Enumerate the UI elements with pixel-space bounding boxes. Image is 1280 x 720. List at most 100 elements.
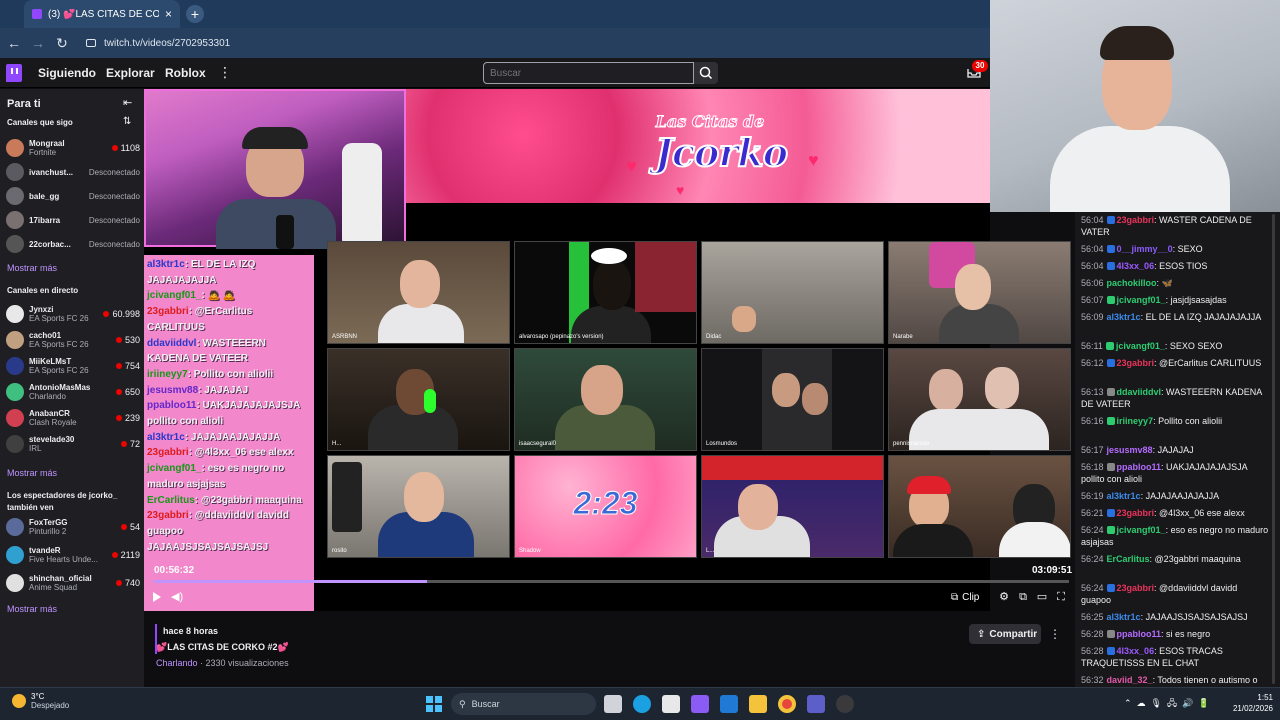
chat-username[interactable]: al3ktr1c xyxy=(1107,491,1141,501)
more-actions-icon[interactable]: ⋮ xyxy=(1049,627,1061,641)
nav-roblox[interactable]: Roblox xyxy=(165,64,206,82)
sidebar-channel-followed[interactable]: bale_gg Desconectado xyxy=(6,185,140,207)
sidebar-channel-also[interactable]: tvandeR Five Hearts Unde... 2119 xyxy=(6,544,140,566)
chat-timestamp[interactable]: 56:25 xyxy=(1081,612,1104,622)
chat-username[interactable]: al3ktr1c xyxy=(1107,312,1141,322)
show-more-followed[interactable]: Mostrar más xyxy=(7,263,57,273)
chat-timestamp[interactable]: 56:28 xyxy=(1081,629,1104,639)
chat-username[interactable]: 4l3xx_06 xyxy=(1117,261,1155,271)
popout-icon[interactable]: ⧉ xyxy=(1016,590,1030,604)
chat-timestamp[interactable]: 56:09 xyxy=(1081,312,1104,322)
sidebar-channel-live[interactable]: stevelade30 IRL 72 xyxy=(6,433,140,455)
twitch-logo-icon[interactable] xyxy=(6,64,22,82)
forward-icon[interactable]: → xyxy=(28,33,48,53)
fullscreen-icon[interactable]: ⛶ xyxy=(1054,590,1068,604)
sidebar-channel-live[interactable]: AnabanCR Clash Royale 239 xyxy=(6,407,140,429)
chat-username[interactable]: jcivangf01_ xyxy=(1117,525,1166,535)
chat-timestamp[interactable]: 56:13 xyxy=(1081,387,1104,397)
app-icon[interactable] xyxy=(836,695,854,713)
show-more-live[interactable]: Mostrar más xyxy=(7,468,57,478)
sidebar-channel-live[interactable]: MiiKeLMsT EA Sports FC 26 754 xyxy=(6,355,140,377)
chat-timestamp[interactable]: 56:24 xyxy=(1081,554,1104,564)
chat-timestamp[interactable]: 56:28 xyxy=(1081,646,1104,656)
share-button[interactable]: ⇪ Compartir xyxy=(969,624,1041,644)
url-field[interactable]: twitch.tv/videos/2702953301 xyxy=(80,33,980,53)
browser-tab[interactable]: (3) 💕LAS CITAS DE CORKO #2 × xyxy=(24,0,180,28)
visual-studio-icon[interactable] xyxy=(691,695,709,713)
chat-timestamp[interactable]: 56:11 xyxy=(1081,341,1103,351)
teams-icon[interactable] xyxy=(807,695,825,713)
new-tab-button[interactable]: + xyxy=(186,5,204,23)
taskbar-search[interactable]: ⚲ Buscar xyxy=(451,693,596,715)
clock[interactable]: 1:51 21/02/2026 xyxy=(1215,692,1273,714)
show-more-also[interactable]: Mostrar más xyxy=(7,604,57,614)
category-link[interactable]: Charlando xyxy=(156,658,198,668)
back-icon[interactable]: ← xyxy=(4,33,24,53)
chat-username[interactable]: ppabloo11 xyxy=(1117,629,1162,639)
weather-widget[interactable]: 3°C Despejado xyxy=(12,692,69,710)
sidebar-channel-followed[interactable]: Mongraal Fortnite 1108 xyxy=(6,137,140,159)
chat-timestamp[interactable]: 56:06 xyxy=(1081,278,1104,288)
chat-username[interactable]: daviid_32_ xyxy=(1107,675,1153,685)
search-button[interactable] xyxy=(694,62,718,84)
chat-timestamp[interactable]: 56:17 xyxy=(1081,445,1104,455)
play-icon[interactable] xyxy=(153,592,161,602)
chat-username[interactable]: 0__jimmy__0 xyxy=(1117,244,1173,254)
nav-browse[interactable]: Explorar xyxy=(106,64,155,82)
sidebar-channel-live[interactable]: cacho01 EA Sports FC 26 530 xyxy=(6,329,140,351)
chat-timestamp[interactable]: 56:04 xyxy=(1081,215,1104,225)
chat-username[interactable]: ppabloo11 xyxy=(1117,462,1162,472)
sidebar-channel-live[interactable]: Jynxzi EA Sports FC 26 60.998 xyxy=(6,303,140,325)
chat-timestamp[interactable]: 56:19 xyxy=(1081,491,1104,501)
sidebar-channel-followed[interactable]: 22corbac... Desconectado xyxy=(6,233,140,255)
chat-username[interactable]: al3ktr1c xyxy=(1107,612,1141,622)
chat-username[interactable]: ddaviiddvl xyxy=(1117,387,1162,397)
chat-username[interactable]: 23gabbri xyxy=(1117,215,1155,225)
chat-username[interactable]: 4l3xx_06 xyxy=(1117,646,1155,656)
more-options-icon[interactable]: ⋮ xyxy=(218,64,232,81)
chat-timestamp[interactable]: 56:18 xyxy=(1081,462,1104,472)
chat-username[interactable]: jcivangf01_ xyxy=(1117,295,1166,305)
clip-button[interactable]: ⧉ Clip xyxy=(951,589,979,605)
close-tab-icon[interactable]: × xyxy=(165,7,172,21)
chat-timestamp[interactable]: 56:04 xyxy=(1081,261,1104,271)
chat-timestamp[interactable]: 56:07 xyxy=(1081,295,1104,305)
settings-icon[interactable]: ⚙ xyxy=(997,590,1011,604)
sidebar-channel-live[interactable]: AntonioMasMas Charlando 650 xyxy=(6,381,140,403)
chat-timestamp[interactable]: 56:04 xyxy=(1081,244,1104,254)
sidebar-channel-also[interactable]: FoxTerGG Pinturillo 2 54 xyxy=(6,516,140,538)
nav-following[interactable]: Siguiendo xyxy=(38,64,96,82)
sidebar-channel-followed[interactable]: 17ibarra Desconectado xyxy=(6,209,140,231)
chat-scrollbar[interactable] xyxy=(1272,214,1275,684)
chat-username[interactable]: iriineyy7 xyxy=(1117,416,1154,426)
windows-start-icon[interactable] xyxy=(426,696,442,712)
chat-timestamp[interactable]: 56:24 xyxy=(1081,525,1104,535)
sort-icon[interactable]: ⇅ xyxy=(123,116,131,127)
chrome-icon[interactable] xyxy=(778,695,796,713)
chat-username[interactable]: 23gabbri xyxy=(1117,508,1155,518)
site-info-icon[interactable] xyxy=(86,39,96,47)
volume-icon[interactable]: ◀) xyxy=(171,590,183,603)
edge-icon[interactable] xyxy=(633,695,651,713)
chat-username[interactable]: 23gabbri xyxy=(1117,358,1155,368)
chat-timestamp[interactable]: 56:32 xyxy=(1081,675,1104,685)
sidebar-channel-followed[interactable]: ivanchust... Desconectado xyxy=(6,161,140,183)
reload-icon[interactable]: ↻ xyxy=(52,33,72,53)
chat-timestamp[interactable]: 56:24 xyxy=(1081,583,1104,593)
chat-username[interactable]: pachokilloo xyxy=(1107,278,1157,288)
chat-username[interactable]: jesusmv88 xyxy=(1107,445,1153,455)
chat-timestamp[interactable]: 56:21 xyxy=(1081,508,1104,518)
file-explorer-icon[interactable] xyxy=(749,695,767,713)
task-view-icon[interactable] xyxy=(604,695,622,713)
outlook-icon[interactable] xyxy=(720,695,738,713)
chat-username[interactable]: 23gabbri xyxy=(1117,583,1155,593)
chat-timestamp[interactable]: 56:12 xyxy=(1081,358,1104,368)
sidebar-channel-also[interactable]: shinchan_oficial Anime Squad 740 xyxy=(6,572,140,594)
chat-timestamp[interactable]: 56:16 xyxy=(1081,416,1104,426)
collapse-sidebar-icon[interactable]: ⇤ xyxy=(123,96,132,109)
chat-username[interactable]: jcivangf01_ xyxy=(1116,341,1165,351)
search-input[interactable] xyxy=(483,62,694,84)
system-tray[interactable]: ⌃ ☁ 🎙 🖧 🔊 🔋 xyxy=(1124,696,1209,712)
chat-username[interactable]: ErCarlitus xyxy=(1107,554,1150,564)
theatre-mode-icon[interactable]: ▭ xyxy=(1035,590,1049,604)
